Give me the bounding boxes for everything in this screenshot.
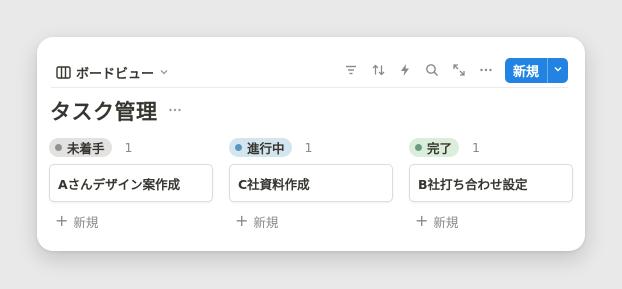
new-button-dropdown[interactable] xyxy=(547,57,568,83)
task-card[interactable]: C社資料作成 xyxy=(229,164,393,202)
status-badge[interactable]: 未着手 xyxy=(49,137,112,157)
status-badge[interactable]: 進行中 xyxy=(229,137,292,157)
board-column: 未着手 1 Aさんデザイン案作成 + 新規 xyxy=(49,137,213,231)
add-task-label: 新規 xyxy=(73,214,99,230)
status-label: 進行中 xyxy=(247,140,285,156)
column-count: 1 xyxy=(304,139,313,155)
filter-icon xyxy=(344,63,358,77)
automation-icon xyxy=(399,63,411,77)
plus-icon: + xyxy=(415,211,429,230)
status-dot xyxy=(55,143,62,151)
more-icon xyxy=(168,102,182,121)
filter-button[interactable] xyxy=(338,57,365,83)
column-count: 1 xyxy=(124,139,133,155)
view-switcher[interactable]: ボードビュー xyxy=(56,63,169,82)
chevron-down-icon xyxy=(553,63,563,78)
task-title: B社打ち合わせ設定 xyxy=(418,176,528,192)
status-badge[interactable]: 完了 xyxy=(409,137,460,157)
plus-icon: + xyxy=(55,211,69,230)
add-task-button[interactable]: + 新規 xyxy=(409,211,573,231)
sort-button[interactable] xyxy=(365,57,392,83)
board-icon xyxy=(56,65,71,79)
task-title: Aさんデザイン案作成 xyxy=(58,176,181,192)
expand-button[interactable] xyxy=(446,57,473,83)
search-icon xyxy=(425,63,439,77)
add-task-button[interactable]: + 新規 xyxy=(229,211,393,231)
add-task-button[interactable]: + 新規 xyxy=(49,211,213,231)
column-header: 未着手 1 xyxy=(49,137,213,157)
page-title: タスク管理 xyxy=(50,100,158,124)
board-window: ボードビュー 新規 タスク管理 未着手 1 Aさんデザイン案作成 + 新規 進行… xyxy=(37,37,585,251)
automation-button[interactable] xyxy=(392,57,419,83)
title-more-button[interactable] xyxy=(168,102,182,121)
column-header: 進行中 1 xyxy=(229,137,393,157)
more-icon xyxy=(479,63,493,77)
expand-icon xyxy=(452,63,466,77)
toolbar: ボードビュー 新規 xyxy=(51,57,568,88)
new-button[interactable]: 新規 xyxy=(504,57,568,83)
status-label: 完了 xyxy=(427,140,453,156)
column-header: 完了 1 xyxy=(409,137,573,157)
plus-icon: + xyxy=(235,211,249,230)
title-row: タスク管理 xyxy=(50,97,182,125)
search-button[interactable] xyxy=(419,57,446,83)
task-card[interactable]: Aさんデザイン案作成 xyxy=(49,164,213,202)
more-button[interactable] xyxy=(473,57,500,83)
new-button-label[interactable]: 新規 xyxy=(505,58,547,83)
view-label: ボードビュー xyxy=(76,66,155,82)
add-task-label: 新規 xyxy=(433,214,459,230)
board-column: 進行中 1 C社資料作成 + 新規 xyxy=(229,137,393,231)
add-task-label: 新規 xyxy=(253,214,279,230)
status-label: 未着手 xyxy=(67,140,105,156)
chevron-down-icon xyxy=(159,67,169,77)
sort-icon xyxy=(371,63,386,77)
task-title: C社資料作成 xyxy=(238,176,310,192)
toolbar-actions: 新規 xyxy=(338,57,568,83)
status-dot xyxy=(415,143,422,151)
board-column: 完了 1 B社打ち合わせ設定 + 新規 xyxy=(409,137,573,231)
column-count: 1 xyxy=(472,139,480,155)
status-dot xyxy=(235,143,242,151)
task-card[interactable]: B社打ち合わせ設定 xyxy=(409,164,573,202)
